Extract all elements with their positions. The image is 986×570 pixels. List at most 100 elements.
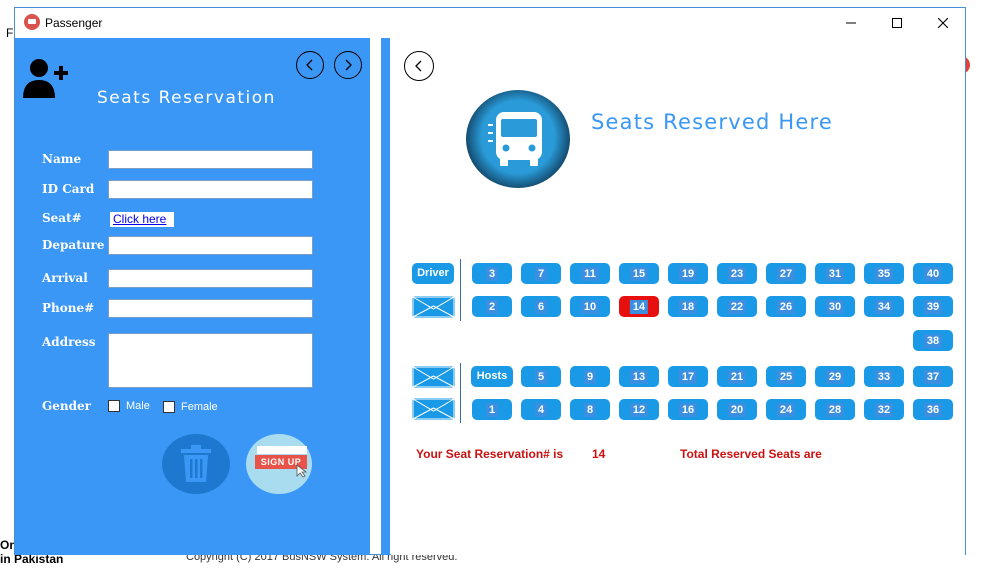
seat-40[interactable]: 40	[913, 263, 953, 284]
seat-36[interactable]: 36	[913, 399, 953, 420]
seat-14[interactable]: 14	[619, 296, 659, 317]
seat-3[interactable]: 3	[472, 263, 512, 284]
seat-6[interactable]: 6	[521, 296, 561, 317]
seat-number: 14	[629, 299, 649, 314]
female-label: Female	[181, 401, 218, 413]
seat-number: 7	[534, 266, 548, 281]
cursor-icon	[296, 464, 308, 478]
seat-15[interactable]: 15	[619, 263, 659, 284]
seat-28[interactable]: 28	[815, 399, 855, 420]
phone-label: Phone#	[42, 301, 95, 315]
seat-number: 9	[583, 369, 597, 384]
seat-27[interactable]: 27	[766, 263, 806, 284]
seat-number: 31	[825, 266, 845, 281]
seat-number: 30	[825, 299, 845, 314]
seat-25[interactable]: 25	[766, 366, 806, 387]
close-button[interactable]	[920, 8, 966, 38]
seat-number: 23	[727, 266, 747, 281]
seat-7[interactable]: 7	[521, 263, 561, 284]
seat-16[interactable]: 16	[668, 399, 708, 420]
seat-4[interactable]: 4	[521, 399, 561, 420]
seat-38[interactable]: 38	[913, 330, 953, 351]
minimize-button[interactable]	[828, 8, 874, 38]
envelope-icon	[412, 296, 455, 318]
id-card-label: ID Card	[42, 182, 95, 196]
seat-number: 18	[678, 299, 698, 314]
seat-number: 22	[727, 299, 747, 314]
maximize-button[interactable]	[874, 8, 920, 38]
seat-1[interactable]: 1	[472, 399, 512, 420]
signup-button[interactable]: SIGN UP	[246, 434, 312, 494]
name-label: Name	[42, 152, 82, 166]
arrival-label: Arrival	[42, 271, 88, 285]
seat-10[interactable]: 10	[570, 296, 610, 317]
id-card-input[interactable]	[108, 180, 313, 199]
envelope-icon	[412, 366, 455, 388]
seat-5[interactable]: 5	[521, 366, 561, 387]
name-input[interactable]	[108, 150, 313, 169]
signup-card-shape	[257, 446, 307, 454]
female-checkbox[interactable]	[163, 401, 175, 413]
gender-label: Gender	[42, 399, 91, 413]
address-label: Address	[42, 335, 96, 349]
seat-22[interactable]: 22	[717, 296, 757, 317]
delete-button[interactable]	[162, 434, 230, 494]
seat-31[interactable]: 31	[815, 263, 855, 284]
back-button[interactable]	[296, 51, 324, 79]
entry-door-1	[412, 296, 455, 318]
aisle-divider-bottom	[460, 363, 461, 423]
seat-26[interactable]: 26	[766, 296, 806, 317]
seat-24[interactable]: 24	[766, 399, 806, 420]
seat-number: 32	[874, 402, 894, 417]
seat-19[interactable]: 19	[668, 263, 708, 284]
seat-20[interactable]: 20	[717, 399, 757, 420]
seat-29[interactable]: 29	[815, 366, 855, 387]
right-back-button[interactable]	[404, 51, 434, 81]
seat-number: 17	[678, 369, 698, 384]
seat-11[interactable]: 11	[570, 263, 610, 284]
seat-13[interactable]: 13	[619, 366, 659, 387]
form-heading: Seats Reservation	[97, 88, 276, 108]
seat-17[interactable]: 17	[668, 366, 708, 387]
seat-8[interactable]: 8	[570, 399, 610, 420]
driver-seat: Driver	[412, 263, 454, 284]
seat-21[interactable]: 21	[717, 366, 757, 387]
seat-35[interactable]: 35	[864, 263, 904, 284]
chevron-left-icon	[306, 59, 313, 71]
seat-number: 6	[534, 299, 548, 314]
aisle-divider-top	[460, 259, 461, 321]
seat-number: 5	[534, 369, 548, 384]
seat-23[interactable]: 23	[717, 263, 757, 284]
seat-18[interactable]: 18	[668, 296, 708, 317]
depature-input[interactable]	[108, 236, 313, 255]
seat-number: 27	[776, 266, 796, 281]
seat-9[interactable]: 9	[570, 366, 610, 387]
seat-32[interactable]: 32	[864, 399, 904, 420]
seat-37[interactable]: 37	[913, 366, 953, 387]
seat-number: 25	[776, 369, 796, 384]
seat-12[interactable]: 12	[619, 399, 659, 420]
seat-number: 34	[874, 299, 894, 314]
arrival-input[interactable]	[108, 269, 313, 288]
entry-door-2	[412, 366, 455, 388]
seat-30[interactable]: 30	[815, 296, 855, 317]
forward-button[interactable]	[334, 51, 362, 79]
seat-number: 8	[583, 402, 597, 417]
seat-39[interactable]: 39	[913, 296, 953, 317]
seat-number: 11	[581, 266, 599, 281]
seat-number: 38	[923, 333, 943, 348]
seat-33[interactable]: 33	[864, 366, 904, 387]
chevron-left-icon	[415, 60, 422, 72]
phone-input[interactable]	[108, 299, 313, 318]
seat-34[interactable]: 34	[864, 296, 904, 317]
seat-click-here-link[interactable]: Click here	[110, 212, 174, 227]
seat-number: 36	[923, 402, 943, 417]
seat-number: 15	[629, 266, 649, 281]
address-textarea[interactable]	[108, 333, 313, 388]
seat-map-panel: Seats Reserved Here Driver Hosts 3 7 11 15 1…	[391, 38, 965, 555]
seat-number: 4	[534, 402, 548, 417]
reservation-value: 14	[592, 447, 606, 461]
seat-number: 3	[485, 266, 499, 281]
seat-2[interactable]: 2	[472, 296, 512, 317]
male-checkbox[interactable]	[108, 400, 120, 412]
